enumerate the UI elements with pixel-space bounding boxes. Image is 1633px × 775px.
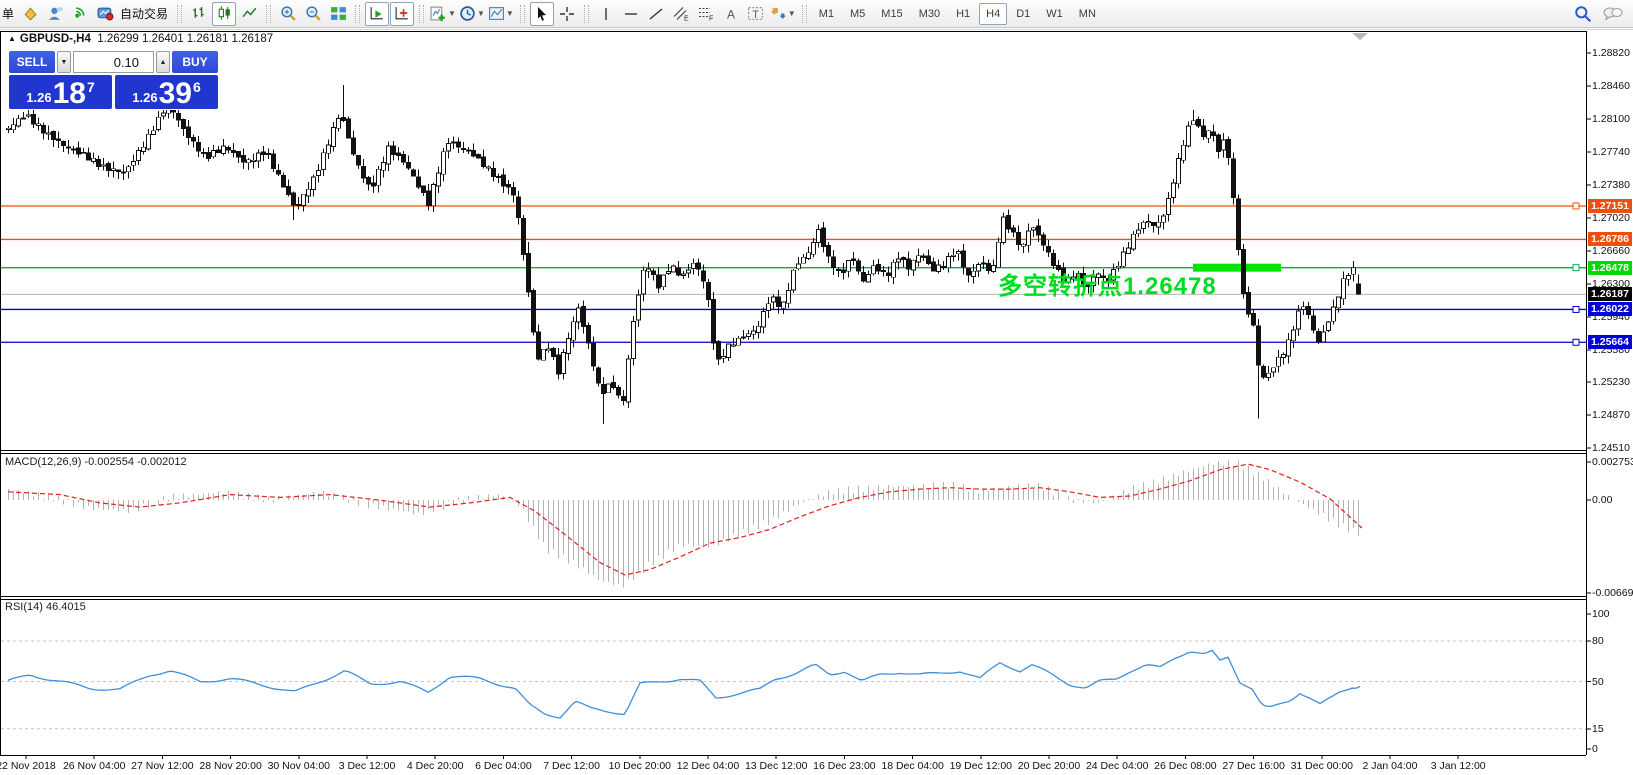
- chart-title: ▲ GBPUSD-,H4 1.26299 1.26401 1.26181 1.26…: [8, 33, 273, 45]
- time-tick-label: 27 Dec 16:00: [1222, 760, 1284, 772]
- price-tick-label: 1.28460: [1592, 80, 1630, 92]
- rsi-tick-label: 50: [1592, 676, 1604, 688]
- volume-decrease-button[interactable]: ▼: [57, 51, 71, 73]
- rsi-tick-label: 80: [1592, 635, 1604, 647]
- symbol-period: GBPUSD-,H4: [20, 33, 91, 45]
- sell-price-pip: 7: [87, 79, 95, 95]
- chart-canvas[interactable]: [0, 0, 1633, 775]
- hline-price-badge: 1.27151: [1588, 199, 1632, 213]
- hline-price-badge: 1.26022: [1588, 302, 1632, 316]
- price-tick-label: 1.27740: [1592, 146, 1630, 158]
- time-tick-label: 18 Dec 04:00: [881, 760, 943, 772]
- buy-price-prefix: 1.26: [132, 90, 157, 105]
- pivot-annotation-text: 多空转折点1.26478: [998, 266, 1217, 301]
- hline-price-badge: 1.26478: [1588, 261, 1632, 275]
- rsi-line: [8, 650, 1360, 718]
- macd-tick-label: 0.002753: [1592, 456, 1633, 468]
- time-tick-label: 3 Jan 12:00: [1431, 760, 1486, 772]
- time-tick-label: 26 Nov 04:00: [63, 760, 125, 772]
- line-handle[interactable]: [1573, 265, 1579, 271]
- time-tick-label: 12 Dec 04:00: [677, 760, 739, 772]
- time-tick-label: 20 Dec 20:00: [1018, 760, 1080, 772]
- time-tick-label: 28 Nov 20:00: [199, 760, 261, 772]
- time-tick-label: 6 Dec 04:00: [475, 760, 532, 772]
- price-tick-label: 1.28100: [1592, 113, 1630, 125]
- macd-tick-label: 0.00: [1592, 494, 1612, 506]
- macd-histogram: [9, 461, 1359, 588]
- ohlc-values: 1.26299 1.26401 1.26181 1.26187: [97, 33, 273, 45]
- rsi-tick-label: 100: [1592, 608, 1610, 620]
- time-tick-label: 30 Nov 04:00: [268, 760, 330, 772]
- time-tick-label: 10 Dec 20:00: [609, 760, 671, 772]
- price-tick-label: 1.25230: [1592, 376, 1630, 388]
- time-tick-label: 16 Dec 23:00: [813, 760, 875, 772]
- volume-increase-button[interactable]: ▲: [156, 51, 170, 73]
- rsi-indicator-header: RSI(14) 46.4015: [5, 601, 86, 613]
- collapse-panel-icon[interactable]: ▲: [8, 34, 16, 43]
- price-tick-label: 1.28820: [1592, 47, 1630, 59]
- time-tick-label: 2 Jan 04:00: [1363, 760, 1418, 772]
- rsi-tick-label: 0: [1592, 743, 1598, 755]
- hline-price-badge: 1.25664: [1588, 335, 1632, 349]
- chart-shift-marker-icon[interactable]: [1352, 33, 1368, 40]
- time-tick-label: 7 Dec 12:00: [543, 760, 600, 772]
- rsi-tick-label: 15: [1592, 723, 1604, 735]
- price-tick-label: 1.24870: [1592, 409, 1630, 421]
- time-tick-label: 22 Nov 2018: [0, 760, 56, 772]
- mt4-terminal: { "toolbar": { "left_fragment": "单", "au…: [0, 0, 1633, 775]
- time-tick-label: 27 Nov 12:00: [131, 760, 193, 772]
- macd-indicator-header: MACD(12,26,9) -0.002554 -0.002012: [5, 456, 187, 468]
- time-tick-label: 24 Dec 04:00: [1086, 760, 1148, 772]
- sell-price-prefix: 1.26: [26, 90, 51, 105]
- time-tick-label: 26 Dec 08:00: [1154, 760, 1216, 772]
- time-tick-label: 3 Dec 12:00: [339, 760, 396, 772]
- line-handle[interactable]: [1573, 306, 1579, 312]
- one-click-trading-panel: SELL ▼ 0.10 ▲ BUY 1.26 18 7 1.26 39 6: [8, 50, 219, 110]
- macd-tick-label: -0.006699: [1592, 587, 1633, 599]
- price-tick-label: 1.26660: [1592, 245, 1630, 257]
- current-price-badge: 1.26187: [1588, 287, 1632, 301]
- candlestick-series: [7, 85, 1361, 424]
- time-tick-label: 19 Dec 12:00: [950, 760, 1012, 772]
- line-handle[interactable]: [1573, 339, 1579, 345]
- time-tick-label: 4 Dec 20:00: [407, 760, 464, 772]
- buy-price-main: 39: [159, 80, 192, 108]
- hline-price-badge: 1.26786: [1588, 232, 1632, 246]
- sell-button[interactable]: SELL: [9, 51, 55, 73]
- buy-button[interactable]: BUY: [172, 51, 218, 73]
- time-tick-label: 31 Dec 00:00: [1291, 760, 1353, 772]
- sell-price-main: 18: [53, 80, 86, 108]
- price-tick-label: 1.27020: [1592, 212, 1630, 224]
- buy-price-pip: 6: [193, 79, 201, 95]
- time-tick-label: 13 Dec 12:00: [745, 760, 807, 772]
- price-tick-label: 1.24510: [1592, 442, 1630, 454]
- buy-price-display[interactable]: 1.26 39 6: [115, 75, 218, 109]
- price-tick-label: 1.27380: [1592, 179, 1630, 191]
- line-handle[interactable]: [1573, 203, 1579, 209]
- sell-price-display[interactable]: 1.26 18 7: [9, 75, 112, 109]
- volume-input[interactable]: 0.10: [73, 51, 154, 73]
- macd-signal-line: [8, 464, 1362, 575]
